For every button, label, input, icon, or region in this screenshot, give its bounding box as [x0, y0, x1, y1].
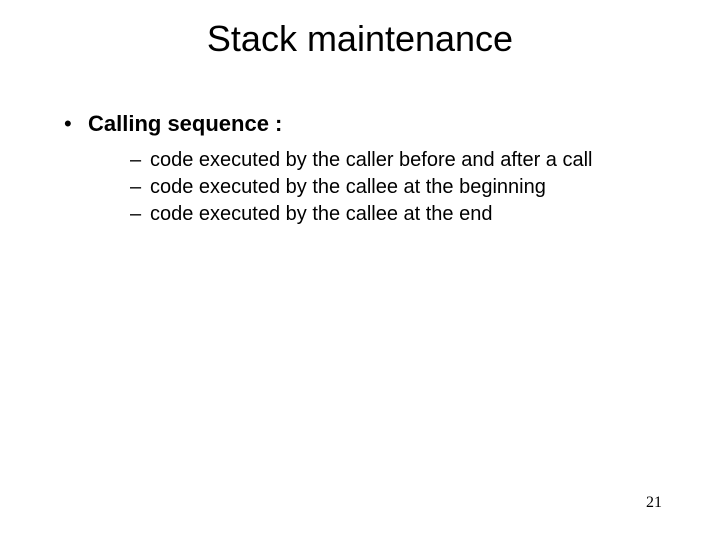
slide-title: Stack maintenance: [0, 0, 720, 60]
bullet-level2-group: code executed by the caller before and a…: [60, 148, 660, 227]
bullet-level2: code executed by the callee at the begin…: [130, 175, 660, 200]
slide-body: Calling sequence : code executed by the …: [0, 60, 720, 227]
page-number: 21: [646, 494, 662, 512]
bullet-level1: Calling sequence :: [60, 110, 660, 138]
bullet-level2: code executed by the callee at the end: [130, 202, 660, 227]
bullet-level2: code executed by the caller before and a…: [130, 148, 660, 173]
slide: Stack maintenance Calling sequence : cod…: [0, 0, 720, 540]
